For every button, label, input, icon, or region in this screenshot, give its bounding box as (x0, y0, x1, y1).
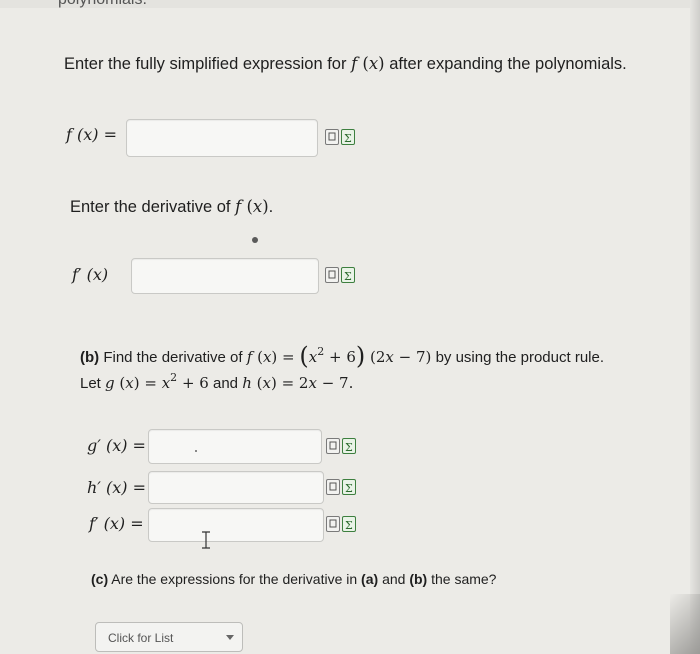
sigma-icon[interactable]: Σ (342, 438, 356, 454)
preview-icon[interactable] (326, 479, 340, 495)
svg-text:Σ: Σ (344, 132, 352, 144)
page-edge (690, 0, 700, 654)
gprime-label: g′ (x) = (87, 436, 146, 455)
preview-icon[interactable] (326, 438, 340, 454)
header-fragment: polynomials. (58, 0, 147, 9)
svg-text:Σ: Σ (345, 441, 353, 453)
part-b-line1: (b) Find the derivative of f (x) = (x2 +… (80, 342, 604, 370)
sigma-icon[interactable]: Σ (342, 516, 356, 532)
svg-text:Σ: Σ (344, 270, 352, 282)
caret-dot (195, 450, 197, 452)
f-label: f (x) = (66, 125, 118, 144)
hprime-input[interactable] (148, 471, 324, 504)
preview-icon[interactable] (326, 516, 340, 532)
stray-dot (252, 237, 258, 243)
gprime-input[interactable] (148, 429, 322, 464)
chevron-down-icon (226, 635, 234, 640)
text-cursor-icon (202, 531, 210, 549)
f-input[interactable] (126, 119, 318, 157)
svg-text:Σ: Σ (345, 482, 353, 494)
part-a-prompt: Enter the fully simplified expression fo… (64, 54, 627, 73)
sigma-icon[interactable]: Σ (342, 479, 356, 495)
preview-icon[interactable] (325, 129, 339, 145)
fprime-label: f′ (x) (72, 265, 109, 284)
corner-shadow (670, 594, 700, 654)
derivative-prompt: Enter the derivative of f (x). (70, 197, 274, 216)
preview-icon[interactable] (325, 267, 339, 283)
sigma-icon[interactable]: Σ (341, 129, 355, 145)
fprime-input[interactable] (131, 258, 319, 294)
fprime-b-label: f′ (x) = (89, 514, 144, 533)
select-value: Click for List (108, 631, 174, 645)
svg-text:Σ: Σ (345, 519, 353, 531)
part-b-line2: Let g (x) = x2 + 6 and h (x) = 2x − 7. (80, 371, 354, 392)
fprime-b-input[interactable] (148, 508, 324, 542)
answer-select[interactable]: Click for List (95, 622, 243, 652)
part-c-question: (c) Are the expressions for the derivati… (91, 571, 497, 587)
sigma-icon[interactable]: Σ (341, 267, 355, 283)
hprime-label: h′ (x) = (87, 478, 147, 497)
